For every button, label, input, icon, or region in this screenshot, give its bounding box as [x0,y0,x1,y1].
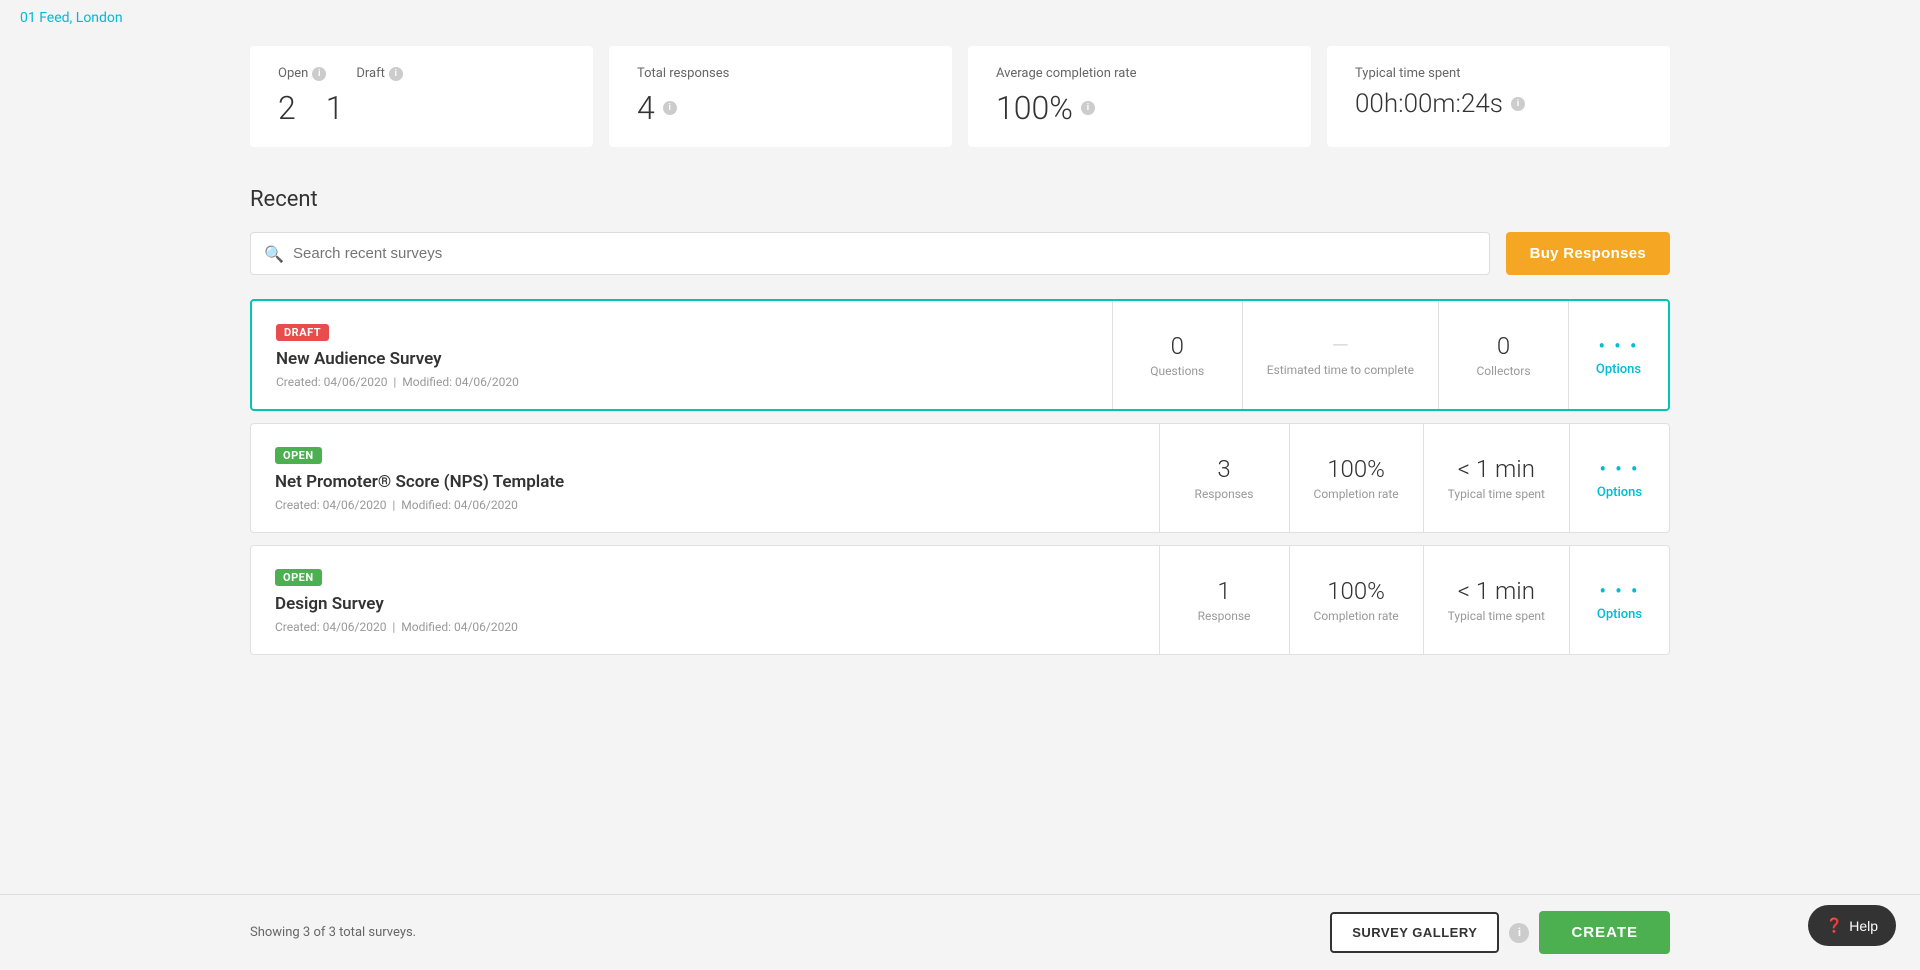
survey-card-3: OPEN Design Survey Created: 04/06/2020 |… [250,545,1670,655]
options-dots-2: • • • [1599,457,1639,481]
survey-info-1[interactable]: DRAFT New Audience Survey Created: 04/06… [252,301,1112,409]
survey-card-1: DRAFT New Audience Survey Created: 04/06… [250,299,1670,411]
avg-completion-value: 100% [996,89,1073,127]
survey-stat-value-1a: 0 [1171,332,1184,360]
survey-stat-1c: 0 Collectors [1438,301,1568,409]
showing-text: Showing 3 of 3 total surveys. [250,925,416,940]
survey-title-1: New Audience Survey [276,349,1088,369]
survey-options-1[interactable]: • • • Options [1568,301,1668,409]
help-label: Help [1849,918,1878,934]
survey-stat-label-3b: Completion rate [1314,609,1399,623]
search-icon: 🔍 [264,244,284,263]
survey-options-2[interactable]: • • • Options [1569,424,1669,532]
survey-stat-label-2b: Completion rate [1314,487,1399,501]
status-badge-1: DRAFT [276,324,329,341]
survey-stat-value-1b: — [1332,334,1349,359]
survey-meta-2: Created: 04/06/2020 | Modified: 04/06/20… [275,498,1135,512]
survey-stat-label-1a: Questions [1150,364,1204,378]
options-label-2: Options [1597,485,1642,500]
survey-stat-label-1b: Estimated time to complete [1267,363,1414,377]
total-responses-value: 4 [637,89,655,127]
survey-stat-label-3a: Response [1198,609,1251,623]
footer-actions: SURVEY GALLERY i CREATE [1330,911,1670,954]
survey-options-3[interactable]: • • • Options [1569,546,1669,654]
avg-completion-info-icon[interactable]: i [1081,101,1095,115]
stats-row: Open i Draft i 2 1 Total responses 4 i [250,46,1670,147]
survey-stat-value-3b: 100% [1327,577,1385,605]
avg-completion-label: Average completion rate [996,66,1137,81]
survey-stat-value-3c: < 1 min [1458,577,1535,605]
survey-gallery-button[interactable]: SURVEY GALLERY [1330,912,1499,953]
survey-stat-1a: 0 Questions [1112,301,1242,409]
survey-stat-value-1c: 0 [1497,332,1510,360]
options-dots-3: • • • [1599,579,1639,603]
survey-stat-3b: 100% Completion rate [1289,546,1423,654]
survey-stat-2c: < 1 min Typical time spent [1423,424,1569,532]
survey-stat-value-3a: 1 [1217,577,1230,605]
search-box: 🔍 [250,232,1490,275]
open-draft-card: Open i Draft i 2 1 [250,46,593,147]
top-link[interactable]: 01 Feed, London [0,0,143,36]
draft-info-icon[interactable]: i [389,67,403,81]
survey-stat-2a: 3 Responses [1159,424,1289,532]
survey-list: DRAFT New Audience Survey Created: 04/06… [250,299,1670,655]
buy-responses-button[interactable]: Buy Responses [1506,232,1670,275]
survey-stat-value-2c: < 1 min [1458,455,1535,483]
total-responses-label: Total responses [637,66,729,81]
total-responses-card: Total responses 4 i [609,46,952,147]
typical-time-value: 00h:00m:24s [1355,89,1503,119]
draft-value: 1 [326,89,344,127]
search-bar-row: 🔍 Buy Responses [250,232,1670,275]
help-icon: ❓ [1826,917,1843,934]
avg-completion-card: Average completion rate 100% i [968,46,1311,147]
survey-stat-value-2b: 100% [1327,455,1385,483]
survey-stat-label-2a: Responses [1195,487,1254,501]
options-dots-1: • • • [1598,334,1638,358]
status-badge-3: OPEN [275,569,322,586]
survey-info-2[interactable]: OPEN Net Promoter® Score (NPS) Template … [251,424,1159,532]
survey-title-3: Design Survey [275,594,1135,614]
draft-label: Draft [356,66,385,81]
survey-card-2: OPEN Net Promoter® Score (NPS) Template … [250,423,1670,533]
survey-stat-3c: < 1 min Typical time spent [1423,546,1569,654]
status-badge-2: OPEN [275,447,322,464]
survey-stat-label-2c: Typical time spent [1448,487,1545,501]
recent-section: Recent 🔍 Buy Responses DRAFT New Audienc… [250,187,1670,655]
typical-time-label: Typical time spent [1355,66,1460,81]
create-button[interactable]: CREATE [1539,911,1670,954]
options-label-3: Options [1597,607,1642,622]
survey-stat-label-3c: Typical time spent [1448,609,1545,623]
survey-title-2: Net Promoter® Score (NPS) Template [275,472,1135,492]
search-input[interactable] [250,232,1490,275]
typical-time-info-icon[interactable]: i [1511,97,1525,111]
footer-info-icon[interactable]: i [1509,923,1529,943]
survey-meta-3: Created: 04/06/2020 | Modified: 04/06/20… [275,620,1135,634]
survey-stat-value-2a: 3 [1217,455,1230,483]
open-info-icon[interactable]: i [312,67,326,81]
help-button[interactable]: ❓ Help [1808,905,1896,946]
total-responses-info-icon[interactable]: i [663,101,677,115]
survey-meta-1: Created: 04/06/2020 | Modified: 04/06/20… [276,375,1088,389]
survey-info-3[interactable]: OPEN Design Survey Created: 04/06/2020 |… [251,546,1159,654]
open-value: 2 [278,89,296,127]
open-label: Open [278,66,308,81]
survey-stat-1b: — Estimated time to complete [1242,301,1438,409]
recent-title: Recent [250,187,1670,212]
footer: Showing 3 of 3 total surveys. SURVEY GAL… [0,894,1920,970]
options-label-1: Options [1596,362,1641,377]
survey-stat-2b: 100% Completion rate [1289,424,1423,532]
typical-time-card: Typical time spent 00h:00m:24s i [1327,46,1670,147]
survey-stat-3a: 1 Response [1159,546,1289,654]
survey-stat-label-1c: Collectors [1476,364,1530,378]
